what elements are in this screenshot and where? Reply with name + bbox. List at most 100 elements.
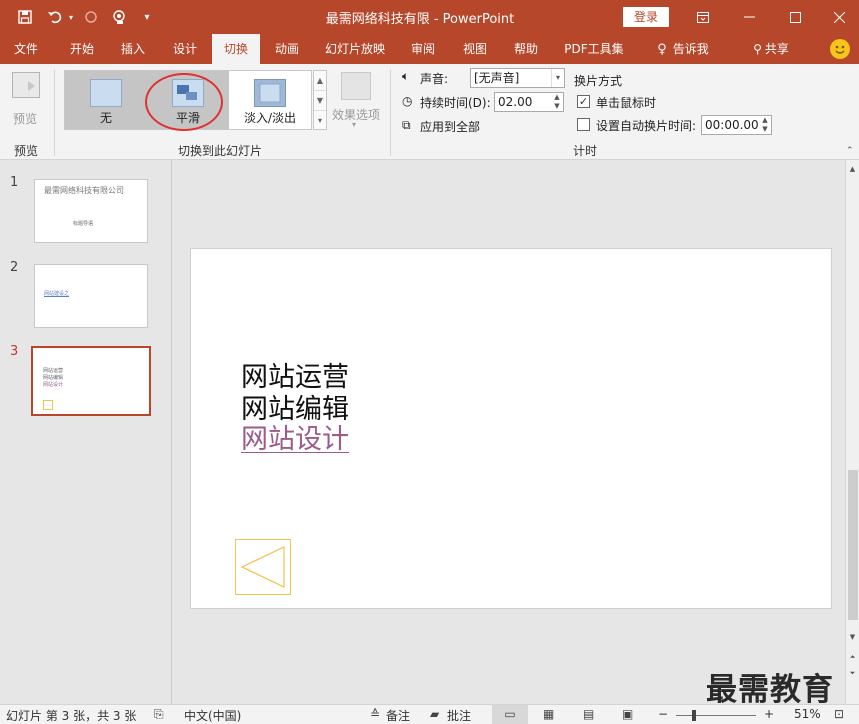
duration-input[interactable]: 02.00 ▲ ▼	[494, 92, 564, 112]
tab-file[interactable]: 文件	[4, 34, 48, 64]
undo-icon[interactable]	[44, 6, 66, 28]
ribbon: 预览 预览 无 平滑 淡入/淡出 ▲ ▼ ▾ 效果选项 ▾ 切换到此幻灯片 🔈︎…	[0, 64, 859, 160]
minimize-icon[interactable]	[726, 0, 772, 34]
customize-toolbar-icon[interactable]: ▾	[140, 6, 154, 28]
tab-review[interactable]: 审阅	[400, 34, 446, 64]
slide-number: 1	[10, 175, 19, 190]
tab-slideshow[interactable]: 幻灯片放映	[318, 34, 392, 64]
apply-all-icon: ⧉	[402, 118, 411, 132]
zoom-level[interactable]: 51%	[794, 707, 821, 721]
slide-number: 3	[10, 344, 19, 359]
tell-me[interactable]: ♀ 告诉我	[648, 34, 718, 64]
ribbon-separator	[54, 70, 55, 156]
duration-spinner[interactable]: ▲ ▼	[551, 93, 563, 111]
transition-none[interactable]: 无	[65, 71, 147, 129]
back-button-thumb-icon	[43, 400, 53, 410]
watermark: 最需教育	[706, 672, 834, 708]
highlight-circle	[145, 73, 223, 131]
slide-thumbnail-2[interactable]: 网站建设之	[34, 264, 148, 328]
person-icon: ⚲	[753, 42, 762, 56]
on-click-checkbox[interactable]: ✓	[577, 95, 590, 108]
effect-options-icon	[341, 72, 371, 100]
tab-view[interactable]: 视图	[452, 34, 498, 64]
close-icon[interactable]	[816, 0, 859, 34]
gallery-scroll: ▲ ▼ ▾	[313, 70, 327, 130]
save-icon[interactable]	[14, 6, 36, 28]
redo-icon[interactable]	[80, 6, 102, 28]
timing-group-label: 计时	[572, 144, 597, 158]
login-button[interactable]: 登录	[623, 7, 669, 27]
duration-label: 持续时间(D):	[420, 96, 491, 110]
lightbulb-icon: ♀	[657, 42, 667, 57]
slide-number: 2	[10, 260, 19, 275]
zoom-slider-thumb[interactable]	[692, 710, 696, 721]
ribbon-tab-bar: 文件 开始 插入 设计 切换 动画 幻灯片放映 审阅 视图 帮助 PDF工具集 …	[0, 34, 859, 65]
fit-to-window-icon[interactable]: ⊡	[834, 707, 844, 721]
slide-thumbnail-3[interactable]: 网站运营 网站编辑 网站设计	[31, 346, 151, 416]
gallery-down-icon[interactable]: ▼	[314, 91, 326, 111]
slide-thumbnail-panel: 1 最需网络科技有限公司 标题导语 2 网站建设之 3 网站运营 网站编辑 网站…	[0, 160, 172, 704]
maximize-icon[interactable]	[772, 0, 818, 34]
tab-design[interactable]: 设计	[162, 34, 208, 64]
chevron-down-icon: ▾	[551, 69, 564, 87]
slideshow-view-icon[interactable]: ▣	[622, 707, 633, 721]
clock-icon: ◷	[402, 94, 413, 108]
scroll-up-icon[interactable]: ▲	[846, 162, 859, 176]
tab-insert[interactable]: 插入	[110, 34, 156, 64]
zoom-out-icon[interactable]: −	[658, 707, 668, 721]
tab-transitions[interactable]: 切换	[212, 34, 260, 65]
spell-check-icon[interactable]: ⎘	[154, 707, 164, 722]
normal-view-icon[interactable]: ▭	[492, 705, 528, 724]
after-time-spinner[interactable]: ▲ ▼	[759, 116, 771, 134]
prev-slide-icon[interactable]: ⏶	[846, 650, 859, 664]
preview-group-label: 预览	[13, 144, 38, 158]
reading-view-icon[interactable]: ▤	[583, 707, 594, 721]
transition-group-label: 切换到此幻灯片	[177, 144, 262, 158]
undo-dropdown-icon[interactable]: ▾	[66, 6, 76, 28]
smiley-feedback-icon[interactable]	[830, 39, 850, 59]
tab-home[interactable]: 开始	[58, 34, 106, 64]
scroll-down-icon[interactable]: ▼	[846, 630, 859, 644]
language-indicator[interactable]: 中文(中国)	[184, 707, 241, 724]
sound-select[interactable]: [无声音] ▾	[470, 68, 565, 88]
transition-none-icon	[90, 79, 122, 107]
tab-help[interactable]: 帮助	[503, 34, 549, 64]
slide-sorter-icon[interactable]: ▦	[543, 707, 554, 721]
touch-mode-icon[interactable]	[108, 6, 132, 28]
slide-thumbnail-1[interactable]: 最需网络科技有限公司 标题导语	[34, 179, 148, 243]
notes-button[interactable]: 备注	[386, 707, 410, 724]
apply-to-all-button[interactable]: 应用到全部	[420, 118, 480, 135]
zoom-slider[interactable]	[676, 715, 756, 716]
window-title: 最需网络科技有限 - PowerPoint	[325, 12, 515, 27]
slide-hyperlink[interactable]: 网站设计	[241, 417, 349, 456]
ribbon-separator	[390, 70, 391, 156]
preview-icon	[12, 72, 40, 98]
advance-slide-label: 换片方式	[574, 74, 623, 88]
gallery-up-icon[interactable]: ▲	[314, 71, 326, 91]
comments-icon: ▰	[430, 707, 440, 721]
zoom-in-icon[interactable]: +	[764, 707, 774, 721]
gallery-more-icon[interactable]: ▾	[314, 111, 326, 131]
preview-button[interactable]: 预览	[6, 70, 46, 130]
title-bar: ▾ ▾ 最需网络科技有限 - PowerPoint 登录	[0, 0, 859, 34]
effect-options-dropdown-icon: ▾	[352, 120, 357, 129]
comments-button[interactable]: 批注	[447, 707, 471, 724]
effect-options-button[interactable]: 效果选项 ▾	[330, 70, 384, 134]
after-checkbox[interactable]	[577, 118, 590, 131]
next-slide-icon[interactable]: ⏷	[846, 666, 859, 680]
notes-icon: ≙	[370, 707, 381, 721]
transition-fade[interactable]: 淡入/淡出	[229, 71, 311, 129]
scroll-thumb[interactable]	[848, 470, 858, 620]
share-button[interactable]: ⚲ 共享	[744, 34, 798, 64]
tab-pdf-tools[interactable]: PDF工具集	[558, 34, 630, 64]
sound-icon: 🔈︎	[402, 69, 410, 83]
tab-animations[interactable]: 动画	[264, 34, 310, 64]
vertical-scrollbar[interactable]: ▲ ▼ ⏶ ⏷	[845, 160, 859, 704]
back-action-button[interactable]	[235, 539, 291, 595]
slide-canvas[interactable]: 网站运营 网站编辑 网站设计	[190, 248, 832, 609]
slide-count: 幻灯片 第 3 张，共 3 张	[6, 709, 137, 723]
transition-fade-icon	[254, 79, 286, 107]
ribbon-display-icon[interactable]	[680, 0, 726, 34]
after-time-input[interactable]: 00:00.00 ▲ ▼	[701, 115, 772, 135]
collapse-ribbon-icon[interactable]: ⌃	[846, 146, 854, 156]
